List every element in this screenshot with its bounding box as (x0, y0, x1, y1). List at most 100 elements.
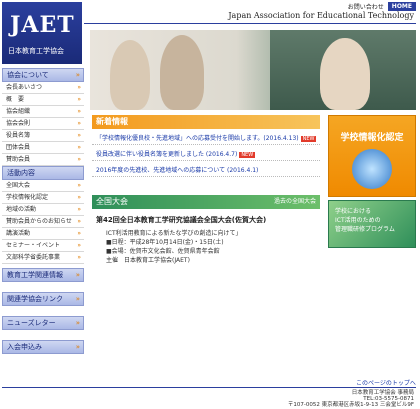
certification-badge-icon (352, 149, 392, 189)
news-section: 新着情報 「学校情報化優良校・先進地域」への応募受付を開始します。(2016.4… (92, 115, 320, 177)
arrow-icon: » (77, 182, 81, 189)
student-figure (160, 35, 204, 110)
section-title: 活動内容 (7, 169, 35, 177)
logo-text: JAET (10, 12, 75, 38)
item-label: 会長あいさつ (6, 84, 43, 91)
conference-theme: ICT利活用教育による新たな学びの創造に向けて」 (106, 230, 242, 237)
arrow-icon: » (77, 218, 81, 225)
item-label: 全国大会 (6, 182, 31, 189)
past-conferences-link[interactable]: 過去の全国大会 (274, 195, 316, 209)
sidebar-section-activities[interactable]: 活動内容 (2, 166, 84, 180)
arrow-icon: » (77, 254, 81, 261)
sidebar-section-links[interactable]: 関連学協会リンク » (2, 292, 84, 306)
news-item[interactable]: 「学校情報化優良校・先進地域」への応募受付を開始します。(2016.4.13) N… (92, 129, 320, 145)
conference-heading-text: 全国大会 (96, 197, 128, 206)
teacher-figure (320, 38, 370, 110)
conference-venue: ■会場：佐賀市文化会館、佐賀県青年会館 (106, 248, 220, 255)
item-label: 団体会員 (6, 144, 31, 151)
sidebar-item[interactable]: 文部科学省委託事業 » (2, 252, 84, 264)
sidebar-item[interactable]: 地域の活動 » (2, 204, 84, 216)
sidebar-item[interactable]: セミナー・イベント » (2, 240, 84, 252)
item-label: 概 要 (6, 96, 25, 103)
item-label: セミナー・イベント (6, 242, 61, 249)
item-label: 役員名簿 (6, 132, 31, 139)
arrow-icon: » (77, 108, 81, 115)
item-label: 地域の活動 (6, 206, 37, 213)
top-links: お問い合わせ HOME (348, 1, 416, 11)
national-conference-heading: 全国大会 過去の全国大会 (92, 195, 320, 209)
national-conference-section: 全国大会 過去の全国大会 第42回全日本教育工学研究協議会全国大会(佐賀大会) … (92, 195, 320, 265)
news-text[interactable]: 役員改選に伴い役員名簿を更新しました (2016.4.7) (96, 151, 237, 158)
sidebar-item[interactable]: 団体会員 » (2, 142, 84, 154)
program-line: 管理職研修プログラム (335, 226, 395, 233)
item-label: 講演活動 (6, 230, 31, 237)
section-title: 関連学協会リンク (7, 295, 63, 303)
conference-host: 主催 日本教育工学協会(JAET) (106, 257, 190, 264)
site-logo[interactable]: JAET 日本教育工学協会 (2, 2, 82, 64)
new-badge: NEW (300, 136, 317, 142)
page-top-link[interactable]: このページのトップへ (356, 378, 416, 387)
arrow-icon: » (77, 120, 81, 127)
arrow-icon: » (77, 84, 81, 91)
news-item[interactable]: 2016年度の先進校、先進地域への応募について (2016.4.1) (92, 161, 320, 177)
sidebar-item[interactable]: 全国大会 » (2, 180, 84, 192)
section-title: 教育工学関連情報 (7, 271, 63, 279)
conference-date: ■日程：平成28年10月14日(金)・15日(土) (106, 239, 224, 246)
arrow-icon: » (77, 230, 81, 237)
sidebar-item[interactable]: 賛助会員 » (2, 154, 84, 166)
arrow-icon: » (75, 271, 80, 279)
sidebar-section-related-info[interactable]: 教育工学関連情報 » (2, 268, 84, 282)
sidebar: 協会について » 会長あいさつ » 概 要 » 協会組織 » 協会会則 » 役員名簿 » 団… (2, 68, 84, 354)
home-link[interactable]: HOME (387, 1, 416, 11)
sidebar-section-join[interactable]: 入会申込み » (2, 340, 84, 354)
section-title: 協会について (7, 71, 49, 79)
training-program-banner[interactable]: 学校における ICT活用のための 管理職研修プログラム (328, 200, 416, 248)
sidebar-item[interactable]: 学校情報化認定 » (2, 192, 84, 204)
arrow-icon: » (77, 144, 81, 151)
contact-link[interactable]: お問い合わせ (348, 2, 384, 11)
item-label: 学校情報化認定 (6, 194, 49, 201)
conference-title[interactable]: 第42回全日本教育工学研究協議会全国大会(佐賀大会) (92, 209, 320, 229)
new-badge: NEW (239, 152, 256, 158)
logo-subtitle: 日本教育工学協会 (8, 47, 64, 55)
program-line: ICT活用のための (335, 217, 381, 224)
arrow-icon: » (77, 242, 81, 249)
section-title: ニューズレター (7, 319, 56, 327)
item-label: 協会会則 (6, 120, 31, 127)
certification-title: 学校情報化認定 (340, 133, 404, 143)
arrow-icon: » (75, 295, 80, 303)
sidebar-item[interactable]: 賛助会員からのお知らせ » (2, 216, 84, 228)
sidebar-item[interactable]: 協会会則 » (2, 118, 84, 130)
arrow-icon: » (75, 343, 80, 351)
english-org-name: Japan Association for Educational Techno… (228, 11, 414, 20)
student-figure (110, 40, 150, 110)
header-divider (84, 23, 416, 24)
news-item[interactable]: 役員改選に伴い役員名簿を更新しました (2016.4.7) NEW (92, 145, 320, 161)
news-text[interactable]: 2016年度の先進校、先進地域への応募について (2016.4.1) (96, 167, 258, 174)
section-title: 入会申込み (7, 343, 42, 351)
arrow-icon: » (77, 206, 81, 213)
item-label: 協会組織 (6, 108, 31, 115)
item-label: 賛助会員 (6, 156, 31, 163)
sidebar-item[interactable]: 概 要 » (2, 94, 84, 106)
footer-divider (2, 387, 416, 388)
item-label: 賛助会員からのお知らせ (6, 218, 72, 225)
program-line: 学校における (335, 208, 372, 215)
arrow-icon: » (77, 156, 81, 163)
certification-banner[interactable]: 学校情報化認定 (328, 115, 416, 197)
sidebar-section-newsletter[interactable]: ニューズレター » (2, 316, 84, 330)
news-text[interactable]: 「学校情報化優良校・先進地域」への応募受付を開始します。(2016.4.13) (96, 135, 299, 142)
arrow-icon: » (77, 132, 81, 139)
news-heading: 新着情報 (92, 115, 320, 129)
item-label: 文部科学省委託事業 (6, 254, 61, 261)
hero-photo (90, 30, 416, 110)
sidebar-item[interactable]: 講演活動 » (2, 228, 84, 240)
sidebar-item[interactable]: 協会組織 » (2, 106, 84, 118)
arrow-icon: » (75, 71, 80, 79)
footer-address: 〒107-0052 東京都港区赤坂1-9-13 三会堂ビル9F (287, 402, 414, 408)
sidebar-item[interactable]: 会長あいさつ » (2, 82, 84, 94)
arrow-icon: » (77, 96, 81, 103)
sidebar-section-about[interactable]: 協会について » (2, 68, 84, 82)
sidebar-item[interactable]: 役員名簿 » (2, 130, 84, 142)
arrow-icon: » (75, 319, 80, 327)
